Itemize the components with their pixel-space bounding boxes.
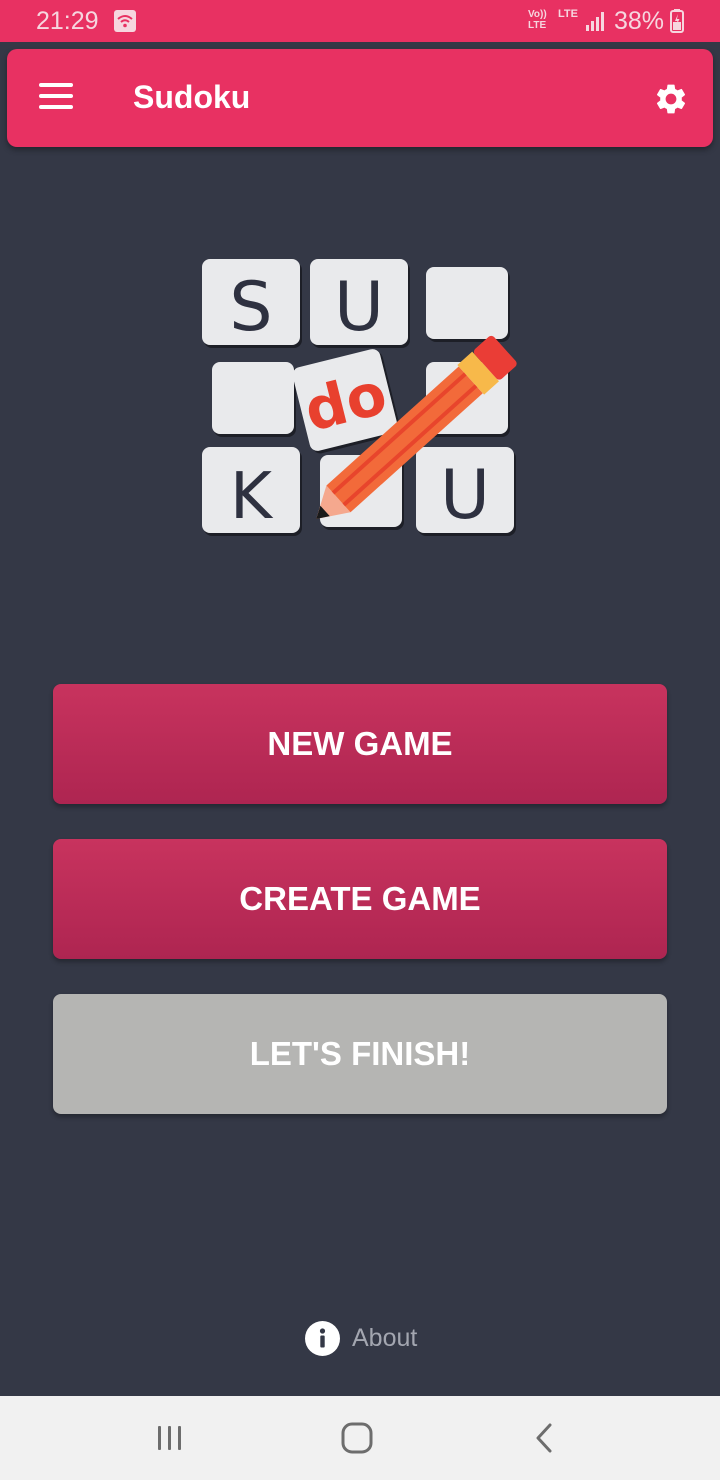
logo-tile-empty-1 bbox=[426, 267, 510, 342]
app-bar: Sudoku bbox=[7, 49, 713, 147]
recent-apps-icon[interactable] bbox=[154, 1424, 186, 1452]
info-icon bbox=[305, 1320, 340, 1356]
gear-icon[interactable] bbox=[653, 81, 689, 117]
logo-tile-empty-2 bbox=[212, 362, 296, 437]
about-link[interactable]: About bbox=[305, 1320, 417, 1356]
page-title: Sudoku bbox=[133, 79, 251, 115]
battery-percent: 38% bbox=[614, 7, 665, 35]
logo-tile-k: K bbox=[202, 447, 302, 536]
wifi-icon bbox=[114, 10, 136, 32]
new-game-button[interactable]: NEW GAME bbox=[53, 684, 667, 804]
home-icon[interactable] bbox=[340, 1422, 374, 1454]
svg-text:K: K bbox=[230, 460, 274, 534]
volte-icon: Vo)) LTE bbox=[528, 9, 547, 31]
lte-icon: LTE bbox=[558, 8, 578, 20]
status-bar: 21:29 Vo)) LTE LTE 38% bbox=[0, 0, 720, 42]
menu-icon[interactable] bbox=[39, 83, 73, 109]
screen: 21:29 Vo)) LTE LTE 38% Sudoku S U do K U… bbox=[0, 0, 720, 1480]
logo-tile-u1: U bbox=[310, 259, 410, 348]
system-nav-bar bbox=[0, 1396, 720, 1480]
svg-text:U: U bbox=[440, 456, 490, 535]
battery-icon bbox=[670, 9, 684, 33]
logo-tile-u2: U bbox=[416, 447, 516, 536]
sudoku-logo: S U do K U bbox=[202, 259, 517, 536]
status-time: 21:29 bbox=[36, 7, 99, 35]
signal-icon bbox=[586, 12, 604, 31]
create-game-button[interactable]: CREATE GAME bbox=[53, 839, 667, 959]
about-label: About bbox=[352, 1323, 418, 1352]
logo-tile-s: S bbox=[202, 259, 302, 348]
back-icon[interactable] bbox=[532, 1422, 558, 1454]
svg-text:U: U bbox=[334, 268, 384, 347]
lets-finish-button[interactable]: LET'S FINISH! bbox=[53, 994, 667, 1114]
svg-text:S: S bbox=[229, 268, 272, 347]
